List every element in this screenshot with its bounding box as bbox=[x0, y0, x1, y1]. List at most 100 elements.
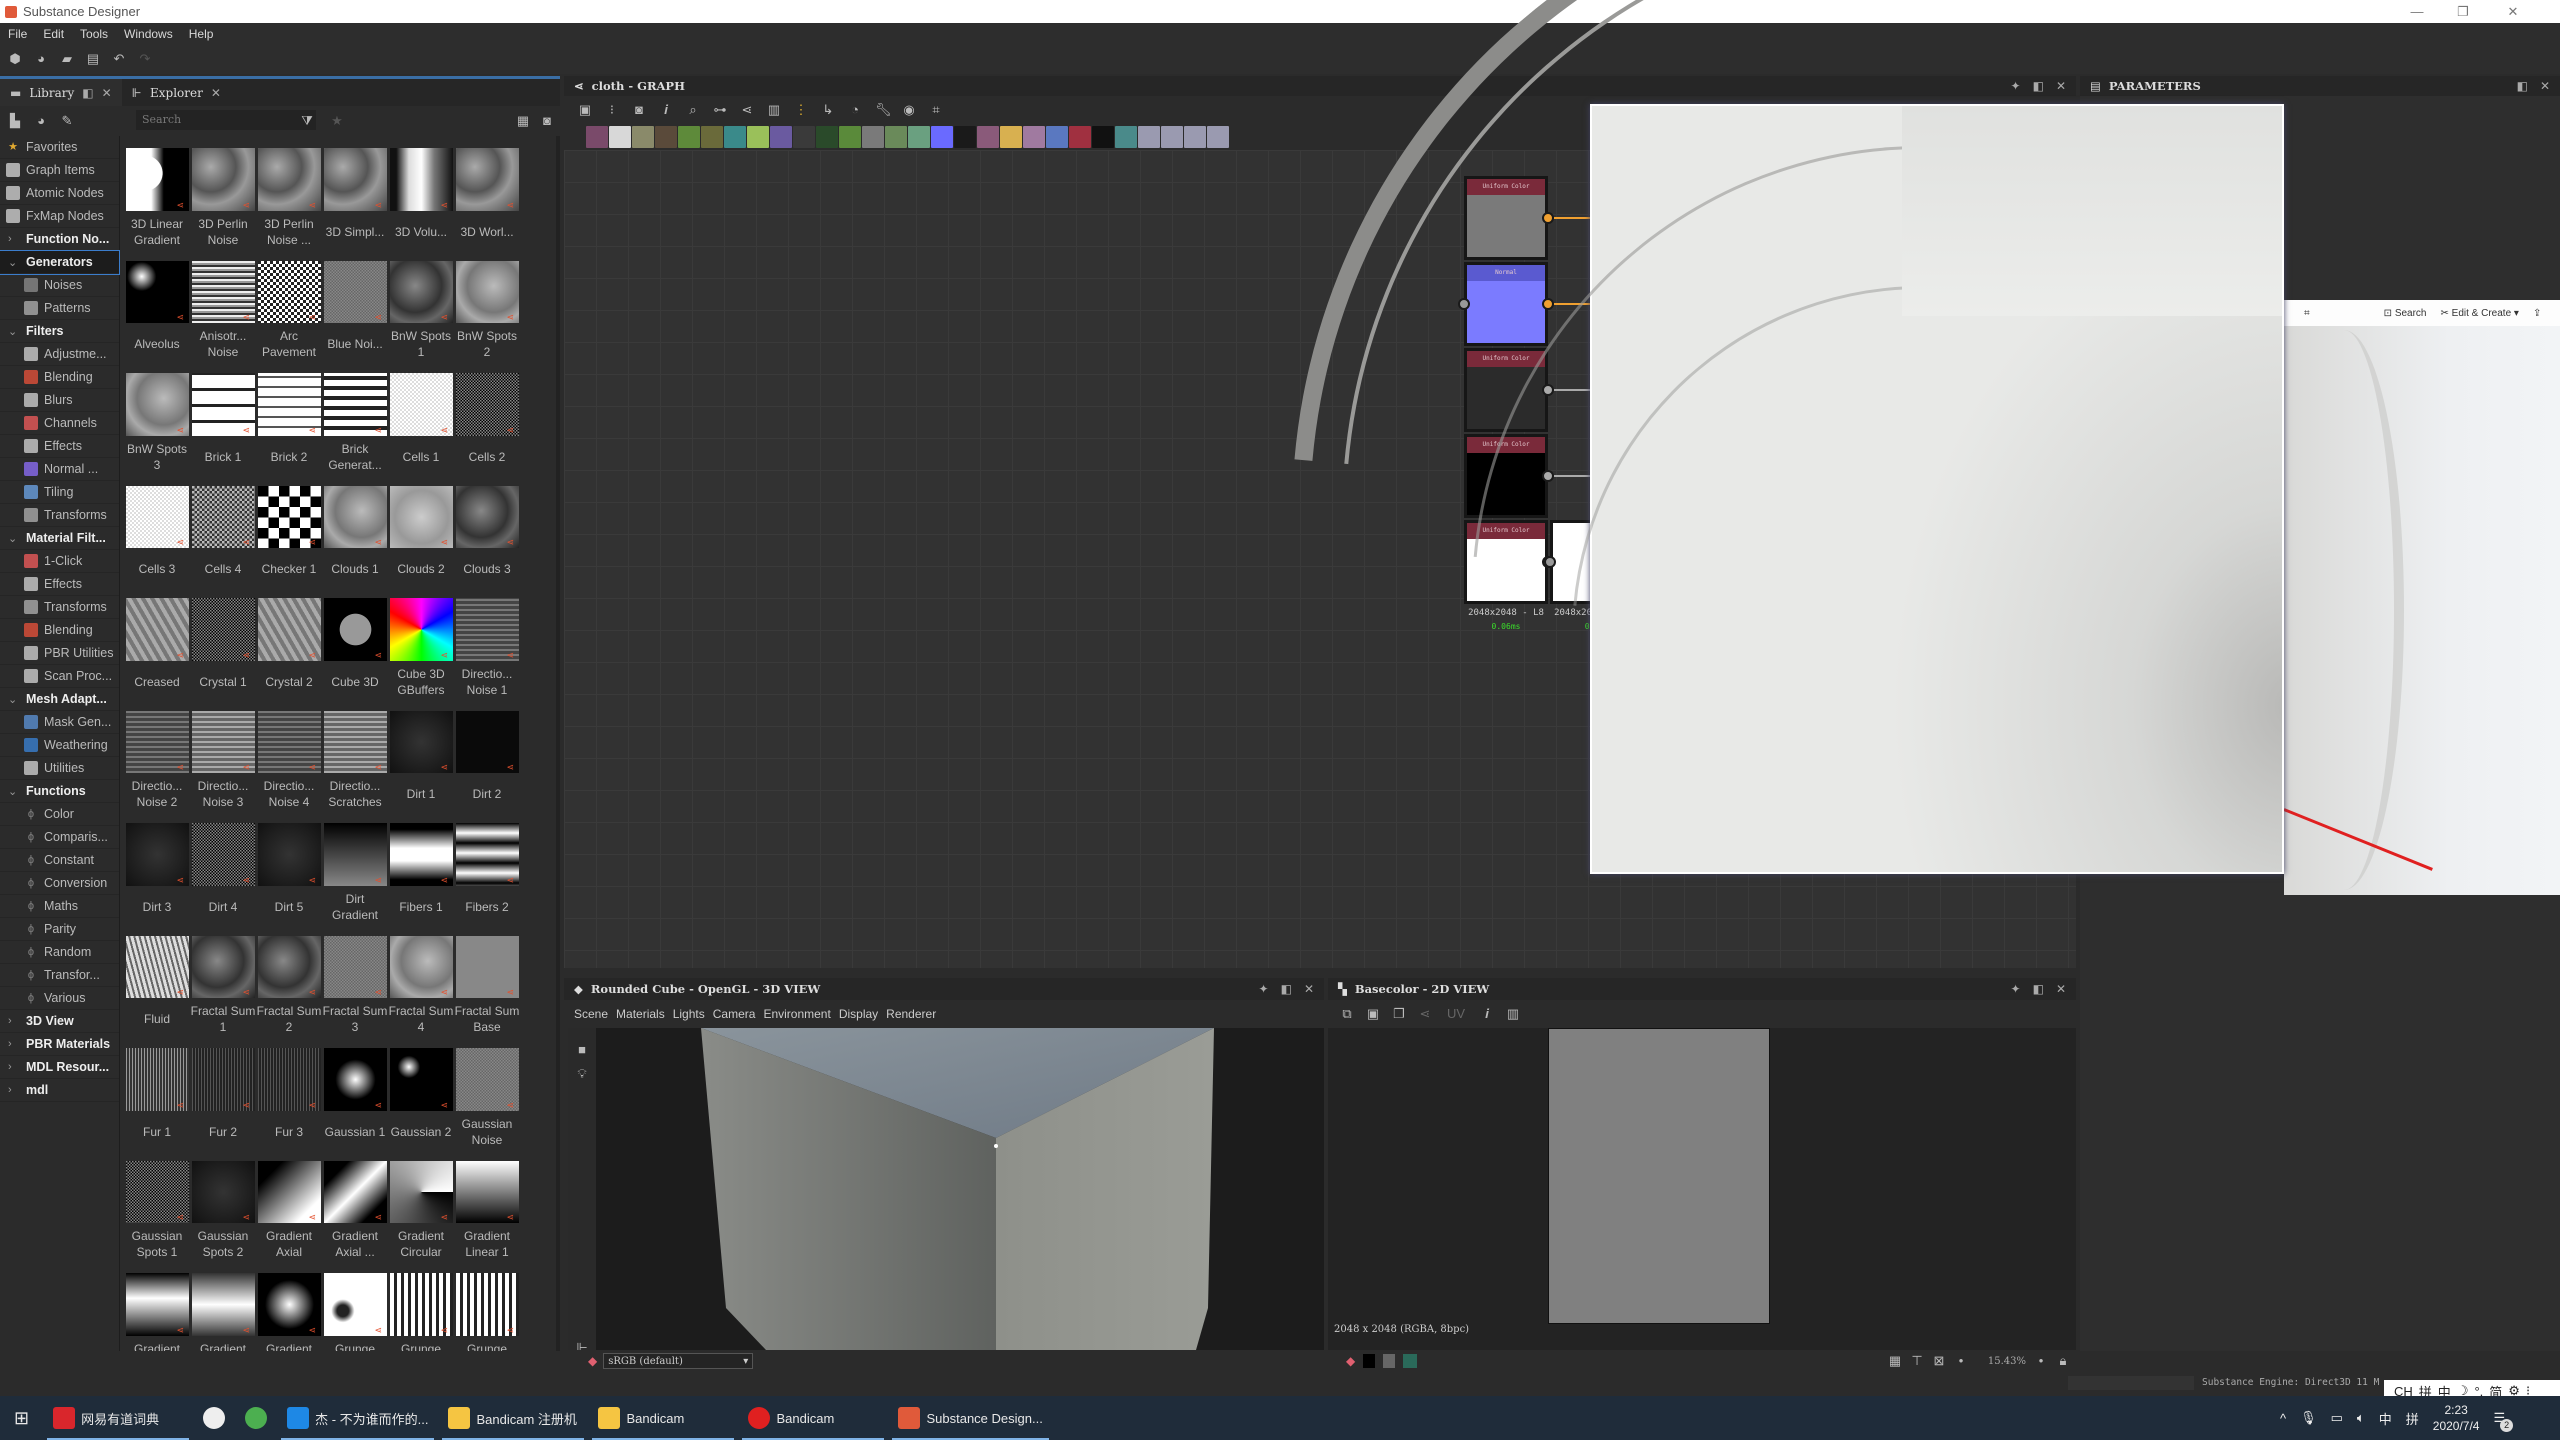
library-item[interactable]: ⋖ Grunge Map 001 bbox=[322, 1261, 388, 1351]
stack-icon[interactable]: ▥ bbox=[767, 103, 781, 117]
tree-item-favorites[interactable]: ★ Favorites bbox=[0, 136, 119, 159]
menu-file[interactable]: File bbox=[0, 27, 35, 41]
atomic-node-button-16[interactable] bbox=[931, 126, 953, 148]
tree-item-fxmap-nodes[interactable]: FxMap Nodes bbox=[0, 205, 119, 228]
library-item[interactable]: ⋖ Fur 3 bbox=[256, 1036, 322, 1149]
float-icon[interactable]: ◧ bbox=[82, 86, 93, 100]
library-item[interactable]: ⋖ Cells 2 bbox=[454, 361, 520, 474]
tray-language[interactable]: 中 bbox=[2379, 1409, 2392, 1428]
library-item[interactable]: ⋖ Directio... Noise 4 bbox=[256, 699, 322, 812]
atomic-node-button-19[interactable] bbox=[1000, 126, 1022, 148]
atomic-node-button-9[interactable] bbox=[770, 126, 792, 148]
float-icon[interactable]: ◧ bbox=[1281, 982, 1292, 996]
fit-icon[interactable]: ⊠ bbox=[1932, 1354, 1946, 1368]
3d-viewport[interactable] bbox=[596, 1028, 1324, 1350]
close-icon[interactable]: ✕ bbox=[2540, 79, 2550, 93]
chevron-right-icon[interactable]: › bbox=[8, 1015, 26, 1027]
atomic-node-button-25[interactable] bbox=[1138, 126, 1160, 148]
library-item[interactable]: ⋖ Clouds 2 bbox=[388, 474, 454, 587]
library-item[interactable]: ⋖ Dirt 3 bbox=[124, 811, 190, 924]
tree-item-scan-proc[interactable]: Scan Proc... bbox=[0, 665, 119, 688]
atomic-node-button-20[interactable] bbox=[1023, 126, 1045, 148]
library-item[interactable]: ⋖ Directio... Noise 2 bbox=[124, 699, 190, 812]
info-icon[interactable]: 𝒊 bbox=[659, 103, 673, 117]
library-item[interactable]: ⋖ Dirt 2 bbox=[454, 699, 520, 812]
library-item[interactable]: ⋖ Gaussian Spots 1 bbox=[124, 1149, 190, 1262]
library-scrollbar[interactable] bbox=[556, 136, 560, 1351]
atomic-node-button-5[interactable] bbox=[678, 126, 700, 148]
save-all-icon[interactable]: ▤ bbox=[86, 52, 100, 66]
atomic-node-button-22[interactable] bbox=[1069, 126, 1091, 148]
chevron-down-icon[interactable]: ⌄ bbox=[8, 785, 26, 798]
library-item[interactable]: ⋖ Fractal Sum 2 bbox=[256, 924, 322, 1037]
library-item[interactable]: ⋖ Fur 2 bbox=[190, 1036, 256, 1149]
atomic-node-button-2[interactable] bbox=[609, 126, 631, 148]
menu-camera[interactable]: Camera bbox=[713, 1007, 756, 1021]
library-item[interactable]: ⋖ Cells 1 bbox=[388, 361, 454, 474]
minimize-button[interactable]: — bbox=[2394, 0, 2440, 23]
tree-item-1-click[interactable]: 1-Click bbox=[0, 550, 119, 573]
taskbar-app[interactable] bbox=[193, 1396, 235, 1440]
library-item[interactable]: ⋖ Clouds 1 bbox=[322, 474, 388, 587]
taskbar-app[interactable]: Bandicam 注册机 bbox=[438, 1396, 588, 1440]
taskbar-app[interactable]: 网易有道词典 bbox=[43, 1396, 193, 1440]
library-item[interactable]: ⋖ Cube 3D bbox=[322, 586, 388, 699]
tree-item-blending[interactable]: Blending bbox=[0, 366, 119, 389]
library-item[interactable]: ⋖ Gradient Radial bbox=[256, 1261, 322, 1351]
taskbar-app[interactable]: 杰 - 不为谁而作的... bbox=[277, 1396, 438, 1440]
atomic-node-button-23[interactable] bbox=[1092, 126, 1114, 148]
library-item[interactable]: ⋖ Fibers 1 bbox=[388, 811, 454, 924]
zoom-1to1-icon[interactable]: ⁝ bbox=[605, 103, 619, 117]
zoom-in-icon[interactable]: • bbox=[2034, 1354, 2048, 1368]
tree-item-color[interactable]: ϕ Color bbox=[0, 803, 119, 826]
tree-item-3d-view[interactable]: › 3D View bbox=[0, 1010, 119, 1033]
library-item[interactable]: ⋖ Crystal 2 bbox=[256, 586, 322, 699]
tree-item-channels[interactable]: Channels bbox=[0, 412, 119, 435]
library-item[interactable]: ⋖ 3D Volu... bbox=[388, 136, 454, 249]
tree-item-graph-items[interactable]: Graph Items bbox=[0, 159, 119, 182]
tree-item-mdl-resour[interactable]: › MDL Resour... bbox=[0, 1056, 119, 1079]
menu-scene[interactable]: Scene bbox=[574, 1007, 608, 1021]
screenshot-camera-icon[interactable]: ◙ bbox=[632, 103, 646, 117]
library-item[interactable]: ⋖ Cells 3 bbox=[124, 474, 190, 587]
display-icon[interactable]: ◉ bbox=[902, 103, 916, 117]
pixel-icon[interactable]: ⊤ bbox=[1910, 1354, 1924, 1368]
library-item[interactable]: ⋖ Checker 1 bbox=[256, 474, 322, 587]
library-item[interactable]: ⋖ Gaussian 2 bbox=[388, 1036, 454, 1149]
clock[interactable]: 2:23 2020/7/4 bbox=[2433, 1402, 2480, 1434]
taskbar-app[interactable]: Substance Design... bbox=[888, 1396, 1052, 1440]
library-item[interactable]: ⋖ Arc Pavement bbox=[256, 249, 322, 362]
atomic-node-button-17[interactable] bbox=[954, 126, 976, 148]
tree-item-pbr-materials[interactable]: › PBR Materials bbox=[0, 1033, 119, 1056]
taskbar-app[interactable]: Bandicam bbox=[588, 1396, 738, 1440]
chevron-right-icon[interactable]: › bbox=[8, 1038, 26, 1050]
library-item[interactable]: ⋖ Fur 1 bbox=[124, 1036, 190, 1149]
library-item[interactable]: ⋖ Fractal Sum 1 bbox=[190, 924, 256, 1037]
info-icon[interactable]: 𝒊 bbox=[1480, 1007, 1494, 1021]
library-item[interactable]: ⋖ Alveolus bbox=[124, 249, 190, 362]
menu-lights[interactable]: Lights bbox=[673, 1007, 705, 1021]
copy-icon[interactable]: ❐ bbox=[1392, 1007, 1406, 1021]
library-item[interactable]: ⋖ Directio... Noise 1 bbox=[454, 586, 520, 699]
library-item[interactable]: ⋖ Directio... Scratches bbox=[322, 699, 388, 812]
start-button[interactable]: ⊞ bbox=[0, 1396, 43, 1440]
preview-icon[interactable]: ◙ bbox=[540, 114, 554, 128]
tree-item-noises[interactable]: Noises bbox=[0, 274, 119, 297]
library-item[interactable]: ⋖ Grunge Map 003 bbox=[454, 1261, 520, 1351]
align-icon[interactable]: ⋮ bbox=[794, 103, 808, 117]
tree-item-normal[interactable]: Normal ... bbox=[0, 458, 119, 481]
tray-ime[interactable]: 拼 bbox=[2406, 1409, 2419, 1428]
library-item[interactable]: ⋖ Brick 2 bbox=[256, 361, 322, 474]
tree-item-parity[interactable]: ϕ Parity bbox=[0, 918, 119, 941]
save-icon[interactable]: ▣ bbox=[1366, 1007, 1380, 1021]
network-icon[interactable]: ▭ bbox=[2331, 1410, 2343, 1426]
tab-library[interactable]: ▬ Library ◧ ✕ bbox=[0, 79, 122, 106]
tree-item-pbr-utilities[interactable]: PBR Utilities bbox=[0, 642, 119, 665]
library-item[interactable]: ⋖ Brick Generat... bbox=[322, 361, 388, 474]
atomic-node-button-28[interactable] bbox=[1207, 126, 1229, 148]
display-icon[interactable] bbox=[1403, 1354, 1418, 1368]
chevron-down-icon[interactable]: ⌄ bbox=[8, 256, 26, 269]
tree-item-conversion[interactable]: ϕ Conversion bbox=[0, 872, 119, 895]
tree-item-effects[interactable]: Effects bbox=[0, 573, 119, 596]
library-item[interactable]: ⋖ BnW Spots 3 bbox=[124, 361, 190, 474]
